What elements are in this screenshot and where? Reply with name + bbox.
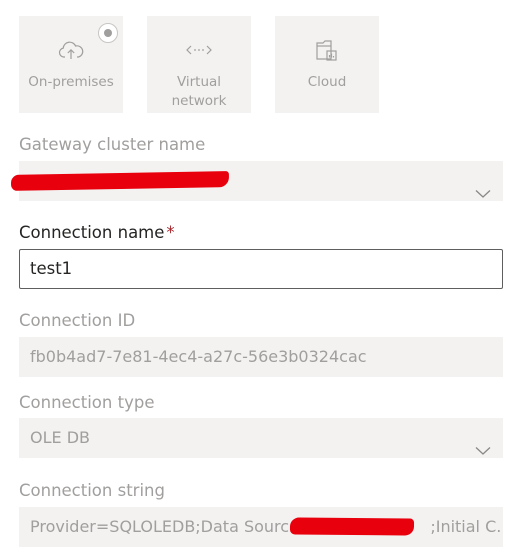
connection-name-input[interactable]: test1 xyxy=(19,249,503,289)
connection-string-label: Connection string xyxy=(19,481,165,500)
chevron-down-icon xyxy=(475,431,491,455)
connection-id-label: Connection ID xyxy=(19,311,136,330)
connection-string-suffix: ;Initial C... xyxy=(430,517,503,536)
tile-label: Cloud xyxy=(307,74,347,90)
connection-type-value: OLE DB xyxy=(30,428,90,447)
virtual-network-icon xyxy=(185,38,213,62)
connection-name-label: Connection name * xyxy=(19,223,175,242)
connection-name-value: test1 xyxy=(30,259,73,278)
tile-on-premises[interactable]: On-premises xyxy=(19,16,123,113)
connection-id-field: fb0b4ad7-7e81-4ec4-a27c-56e3b0324cac xyxy=(19,337,503,377)
connection-id-value: fb0b4ad7-7e81-4ec4-a27c-56e3b0324cac xyxy=(30,347,367,366)
cloud-upload-icon xyxy=(57,38,85,62)
selected-radio-indicator xyxy=(98,23,118,43)
tile-cloud[interactable]: Cloud xyxy=(275,16,379,113)
cloud-app-icon xyxy=(313,38,341,62)
connection-type-label: Connection type xyxy=(19,393,155,412)
tile-label: On-premises xyxy=(28,74,114,90)
gateway-cluster-label: Gateway cluster name xyxy=(19,135,206,154)
tile-virtual-network[interactable]: Virtual network xyxy=(147,16,251,113)
redaction-mark xyxy=(289,517,415,536)
connection-string-field[interactable]: Provider=SQLOLEDB;Data Source= ;Initial C… xyxy=(19,507,503,547)
connection-type-dropdown[interactable]: OLE DB xyxy=(19,418,503,458)
required-asterisk: * xyxy=(166,223,175,242)
tile-label: Virtual network xyxy=(171,74,227,109)
chevron-down-icon xyxy=(475,174,491,198)
connection-string-prefix: Provider=SQLOLEDB;Data Source= xyxy=(30,517,313,536)
